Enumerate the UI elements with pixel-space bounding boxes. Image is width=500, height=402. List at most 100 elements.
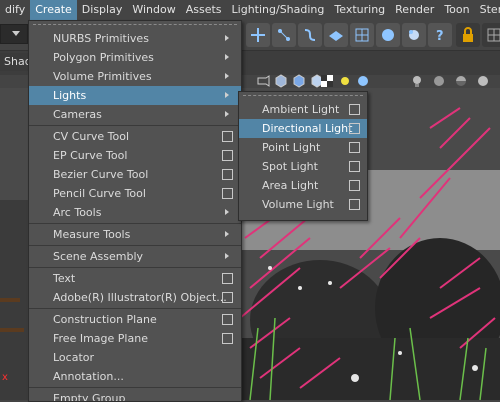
option-box-icon[interactable]: [222, 169, 233, 180]
svg-text:x: x: [2, 372, 8, 383]
menu-divider: [29, 223, 241, 224]
menu-item-locator[interactable]: Locator: [29, 348, 241, 367]
sphere-icon[interactable]: [432, 74, 446, 88]
submenu-arrow-icon: [225, 231, 229, 237]
menu-item-label: Adobe(R) Illustrator(R) Object...: [53, 291, 227, 304]
menu-item-label: Volume Primitives: [53, 70, 152, 83]
menu-window[interactable]: Window: [127, 0, 180, 20]
option-box-icon[interactable]: [349, 199, 360, 210]
option-box-icon[interactable]: [349, 123, 360, 134]
grid-toggle-icon[interactable]: [482, 23, 500, 47]
menu-item-lights[interactable]: Lights: [29, 86, 241, 105]
menu-item-label: EP Curve Tool: [53, 149, 128, 162]
menu-item-polygon-primitives[interactable]: Polygon Primitives: [29, 48, 241, 67]
menu-item-label: Bezier Curve Tool: [53, 168, 149, 181]
menu-item-label: Lights: [53, 89, 87, 102]
cube-icon[interactable]: [274, 74, 288, 88]
menu-item-label: Locator: [53, 351, 95, 364]
menu-item-label: Measure Tools: [53, 228, 131, 241]
menu-item-spot-light[interactable]: Spot Light: [239, 157, 367, 176]
menu-item-volume-primitives[interactable]: Volume Primitives: [29, 67, 241, 86]
menu-divider: [29, 125, 241, 126]
option-box-icon[interactable]: [222, 131, 233, 142]
menu-modify[interactable]: dify: [0, 0, 30, 20]
menu-item-cv-curve-tool[interactable]: CV Curve Tool: [29, 127, 241, 146]
option-box-icon[interactable]: [222, 273, 233, 284]
menu-display[interactable]: Display: [77, 0, 128, 20]
menu-bar: dify Create Display Window Assets Lighti…: [0, 0, 500, 20]
camera-icon[interactable]: [256, 74, 270, 88]
menu-item-label: Point Light: [262, 141, 321, 154]
option-box-icon[interactable]: [222, 150, 233, 161]
lights-submenu: Ambient Light Directional Light Point Li…: [238, 91, 368, 221]
menu-item-scene-assembly[interactable]: Scene Assembly: [29, 247, 241, 266]
menu-render[interactable]: Render: [390, 0, 439, 20]
menu-item-label: Area Light: [262, 179, 319, 192]
submenu-arrow-icon: [225, 73, 229, 79]
tear-off-line[interactable]: [29, 21, 241, 29]
option-box-icon[interactable]: [222, 188, 233, 199]
create-menu: NURBS Primitives Polygon Primitives Volu…: [28, 20, 242, 402]
snap-point-icon[interactable]: [298, 23, 322, 47]
menu-item-label: Scene Assembly: [53, 250, 144, 263]
menu-item-arc-tools[interactable]: Arc Tools: [29, 203, 241, 222]
menu-set-dropdown[interactable]: [0, 24, 28, 44]
menu-create[interactable]: Create: [30, 0, 77, 20]
menu-item-pencil-curve-tool[interactable]: Pencil Curve Tool: [29, 184, 241, 203]
lock-icon[interactable]: [456, 23, 480, 47]
menu-divider: [29, 267, 241, 268]
menu-item-ep-curve-tool[interactable]: EP Curve Tool: [29, 146, 241, 165]
grid-icon[interactable]: [350, 23, 374, 47]
menu-item-bezier-curve-tool[interactable]: Bezier Curve Tool: [29, 165, 241, 184]
menu-item-measure-tools[interactable]: Measure Tools: [29, 225, 241, 244]
menu-divider: [29, 387, 241, 388]
menu-toon[interactable]: Toon: [439, 0, 474, 20]
sphere-icon[interactable]: [476, 74, 490, 88]
tear-off-line[interactable]: [239, 92, 367, 100]
menu-item-label: Volume Light: [262, 198, 334, 211]
option-box-icon[interactable]: [349, 104, 360, 115]
option-box-icon[interactable]: [222, 292, 233, 303]
menu-item-free-image-plane[interactable]: Free Image Plane: [29, 329, 241, 348]
help-icon[interactable]: ?: [428, 23, 452, 47]
menu-item-nurbs-primitives[interactable]: NURBS Primitives: [29, 29, 241, 48]
light-bulb-icon[interactable]: [410, 74, 424, 88]
light-icon[interactable]: [338, 74, 352, 88]
option-box-icon[interactable]: [349, 180, 360, 191]
half-sphere-icon[interactable]: [454, 74, 468, 88]
option-box-icon[interactable]: [349, 161, 360, 172]
menu-item-point-light[interactable]: Point Light: [239, 138, 367, 157]
menu-item-area-light[interactable]: Area Light: [239, 176, 367, 195]
sphere-icon[interactable]: [356, 74, 370, 88]
menu-item-text[interactable]: Text: [29, 269, 241, 288]
render-icon[interactable]: [376, 23, 400, 47]
menu-lighting-shading[interactable]: Lighting/Shading: [227, 0, 330, 20]
menu-item-annotation[interactable]: Annotation...: [29, 367, 241, 386]
option-box-icon[interactable]: [349, 142, 360, 153]
plane-icon[interactable]: [324, 23, 348, 47]
option-box-icon[interactable]: [222, 314, 233, 325]
submenu-arrow-icon: [225, 111, 229, 117]
menu-item-adobe-illustrator-object[interactable]: Adobe(R) Illustrator(R) Object...: [29, 288, 241, 307]
menu-item-label: Spot Light: [262, 160, 318, 173]
menu-item-label: Polygon Primitives: [53, 51, 154, 64]
menu-item-label: Ambient Light: [262, 103, 340, 116]
cube-icon[interactable]: [292, 74, 306, 88]
snap-curve-icon[interactable]: [272, 23, 296, 47]
menu-item-empty-group[interactable]: Empty Group: [29, 389, 241, 401]
menu-item-label: CV Curve Tool: [53, 130, 130, 143]
checker-icon[interactable]: [320, 74, 334, 88]
globe-icon[interactable]: [402, 23, 426, 47]
submenu-arrow-icon: [225, 54, 229, 60]
menu-stereo[interactable]: Stere: [475, 0, 500, 20]
move-icon[interactable]: [246, 23, 270, 47]
menu-item-directional-light[interactable]: Directional Light: [239, 119, 367, 138]
menu-texturing[interactable]: Texturing: [329, 0, 390, 20]
menu-assets[interactable]: Assets: [181, 0, 227, 20]
menu-item-volume-light[interactable]: Volume Light: [239, 195, 367, 214]
option-box-icon[interactable]: [222, 333, 233, 344]
menu-item-ambient-light[interactable]: Ambient Light: [239, 100, 367, 119]
menu-item-cameras[interactable]: Cameras: [29, 105, 241, 124]
menu-item-label: Construction Plane: [53, 313, 157, 326]
menu-item-construction-plane[interactable]: Construction Plane: [29, 310, 241, 329]
